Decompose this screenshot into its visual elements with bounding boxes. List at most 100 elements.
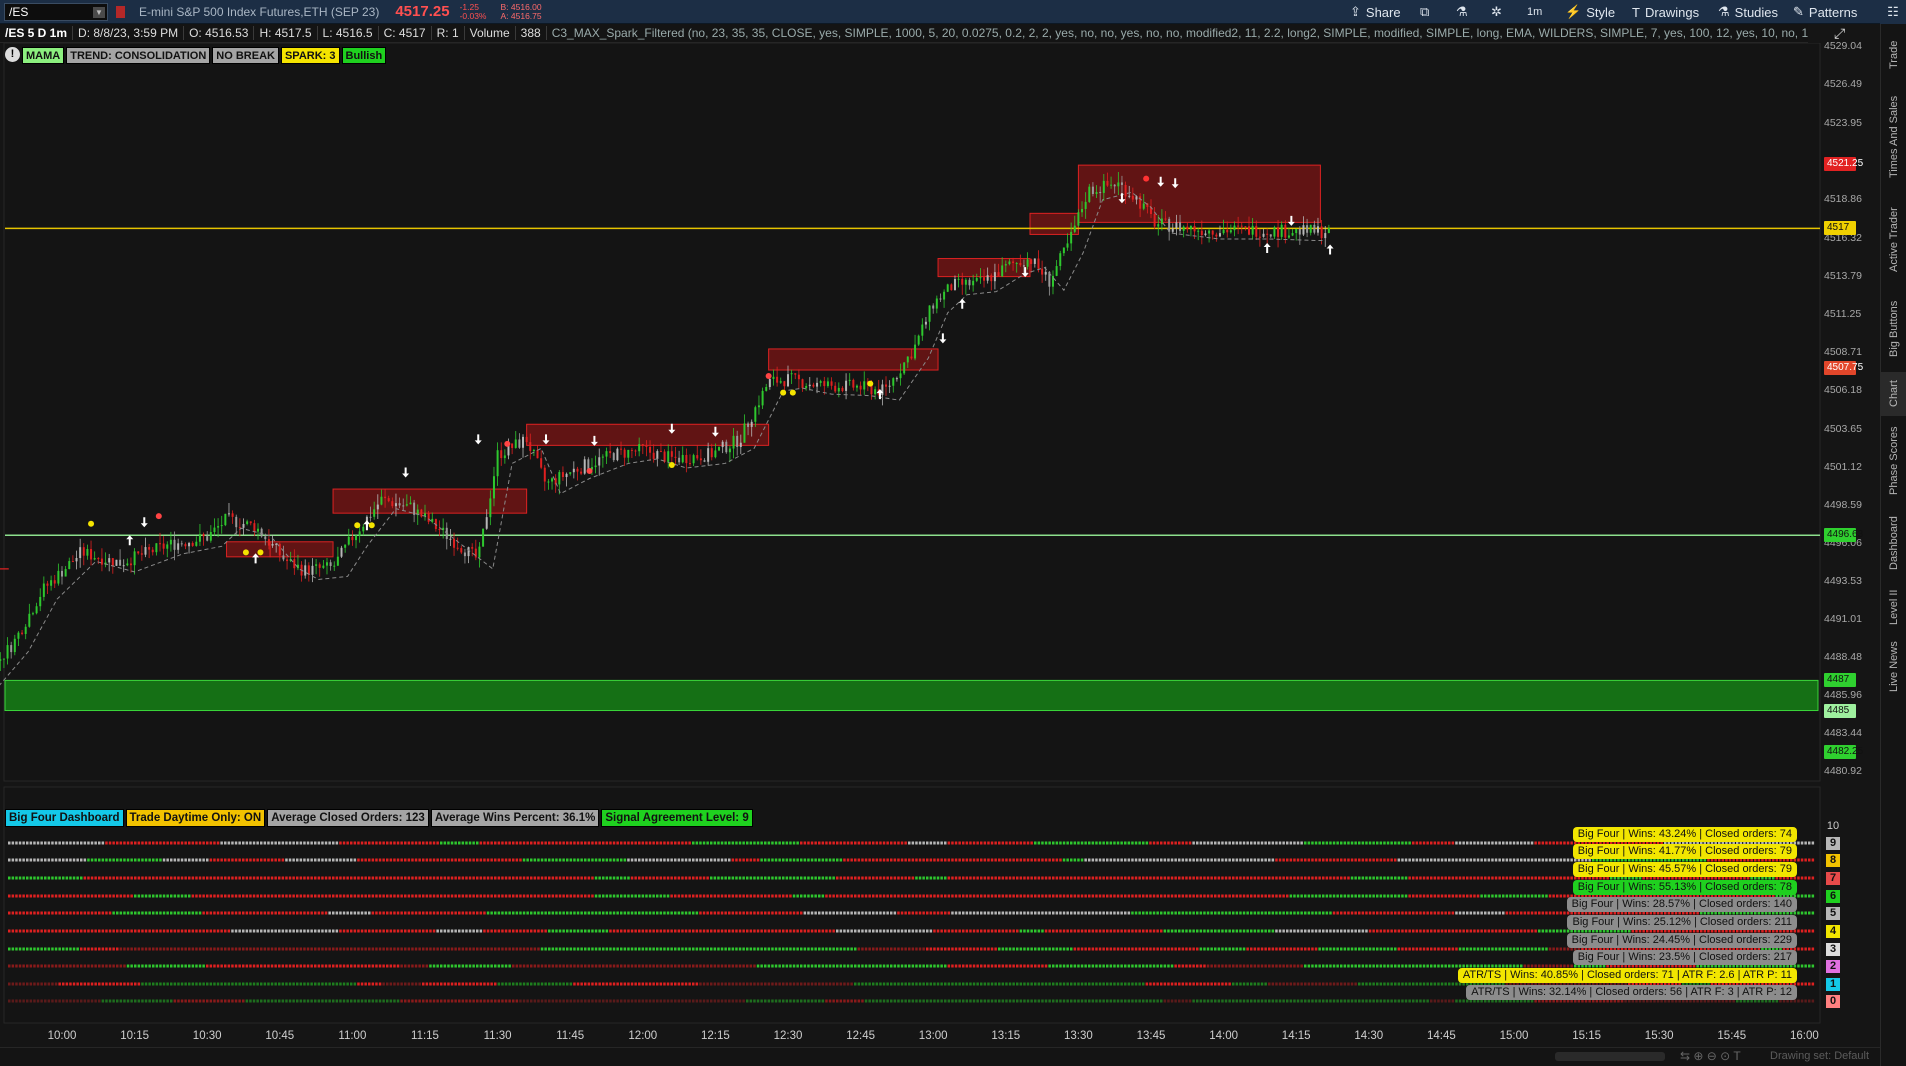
dashboard-dot (638, 929, 641, 933)
dashboard-dot (389, 929, 393, 933)
dashboard-dot (51, 964, 54, 968)
dashboard-dot (40, 858, 43, 862)
dashboard-dot (1412, 841, 1415, 845)
dashboard-dot (317, 947, 321, 951)
dashboard-dot (569, 964, 573, 968)
chart-period[interactable]: /ES 5 D 1m (0, 26, 74, 40)
volume-label[interactable]: Volume (465, 26, 516, 40)
flask-button[interactable]: ⚗ (1456, 0, 1473, 24)
dashboard-dot (879, 876, 882, 880)
dashboard-dot (706, 894, 709, 898)
dashboard-dot (1354, 911, 1357, 915)
dashboard-dot (904, 841, 907, 845)
price-chart[interactable] (0, 43, 1880, 1066)
candle-body (1211, 230, 1214, 235)
dashboard-dot (951, 858, 954, 862)
dashboard-dot (778, 911, 781, 915)
dashboard-dot (1145, 964, 1149, 968)
dashboard-dot (209, 841, 213, 845)
dashboard-dot (508, 964, 511, 968)
dashboard-dot (951, 894, 954, 898)
dashboard-dot (1124, 841, 1127, 845)
dashboard-dot (926, 929, 929, 933)
share-button[interactable]: ⇪ Share (1350, 0, 1401, 24)
dashboard-dot (728, 911, 731, 915)
dashboard-dot (843, 858, 846, 862)
studies-button[interactable]: ⚗ Studies (1718, 0, 1778, 24)
style-button[interactable]: ⚡ Style (1565, 0, 1615, 24)
panel-settings-icon[interactable]: ☷ (1880, 0, 1906, 24)
dashboard-dot (155, 894, 159, 898)
dashboard-dot (526, 858, 529, 862)
dashboard-dot (1372, 947, 1375, 951)
dashboard-dot (54, 858, 58, 862)
dashboard-dot (346, 929, 349, 933)
dashboard-dot (216, 964, 220, 968)
dashboard-dot (861, 894, 864, 898)
dashboard-dot (422, 964, 425, 968)
dashboard-dot (782, 947, 785, 951)
dashboard-dot (1343, 964, 1347, 968)
dashboard-dot (720, 947, 724, 951)
candle-body (895, 378, 898, 380)
link-color-icon[interactable] (116, 5, 125, 18)
settings-button[interactable]: ✲ (1491, 0, 1507, 24)
dashboard-dot (1505, 894, 1509, 898)
candle-body (569, 472, 572, 474)
dashboard-dot (684, 841, 688, 845)
dashboard-dot (587, 947, 591, 951)
dashboard-dot (342, 929, 346, 933)
dashboard-dot (1019, 841, 1023, 845)
candle-body (863, 381, 866, 390)
candle-body (924, 321, 927, 325)
dashboard-dot (494, 929, 497, 933)
timeframe-button[interactable]: 1m (1527, 0, 1542, 24)
dashboard-dot (141, 858, 144, 862)
dashboard-dot (1178, 929, 1181, 933)
flash-button[interactable]: ⧉ (1420, 0, 1434, 24)
chevron-down-icon[interactable]: ▼ (93, 6, 105, 18)
dashboard-dot (530, 858, 533, 862)
dashboard-dot (515, 964, 519, 968)
patterns-button[interactable]: ✎ Patterns (1793, 0, 1857, 24)
dashboard-dot (659, 964, 663, 968)
dashboard-dot (1088, 894, 1091, 898)
dashboard-dot (620, 858, 623, 862)
dashboard-dot (940, 858, 943, 862)
dashboard-dot (483, 929, 486, 933)
candle-body (543, 467, 546, 482)
dashboard-dot (1055, 858, 1059, 862)
candle-body (939, 298, 942, 300)
dashboard-dot (1304, 858, 1307, 862)
dashboard-dot (1430, 841, 1433, 845)
dashboard-dot (1289, 911, 1293, 915)
dashboard-dot (1520, 858, 1523, 862)
dashboard-dot (1451, 929, 1455, 933)
dashboard-dot (1563, 929, 1566, 933)
dashboard-dot (843, 929, 846, 933)
study-parameters[interactable]: C3_MAX_Spark_Filtered (no, 23, 35, 35, C… (547, 26, 1808, 40)
candle-body (787, 374, 789, 387)
dashboard-dot (101, 876, 105, 880)
dashboard-dot (1473, 841, 1476, 845)
dashboard-dot (62, 894, 65, 898)
dashboard-dot (504, 894, 508, 898)
dashboard-dot (922, 911, 925, 915)
dashboard-dot (1332, 911, 1336, 915)
dashboard-dot (1073, 841, 1077, 845)
dashboard-dot (1221, 947, 1224, 951)
dashboard-dot (116, 947, 119, 951)
dashboard-dot (94, 858, 97, 862)
bar-range: R: 1 (432, 26, 465, 40)
symbol-input[interactable]: /ES ▼ (4, 2, 108, 21)
dashboard-dot (717, 894, 720, 898)
dashboard-dot (1476, 929, 1480, 933)
dashboard-dot (1134, 876, 1138, 880)
net-change-block: -1.25 -0.03% (460, 2, 487, 21)
dashboard-dot (404, 964, 407, 968)
candle-body (93, 558, 96, 560)
drawings-button[interactable]: T Drawings (1632, 0, 1699, 24)
dashboard-dot (1332, 929, 1336, 933)
dashboard-dot (414, 841, 418, 845)
dashboard-dot (724, 929, 727, 933)
